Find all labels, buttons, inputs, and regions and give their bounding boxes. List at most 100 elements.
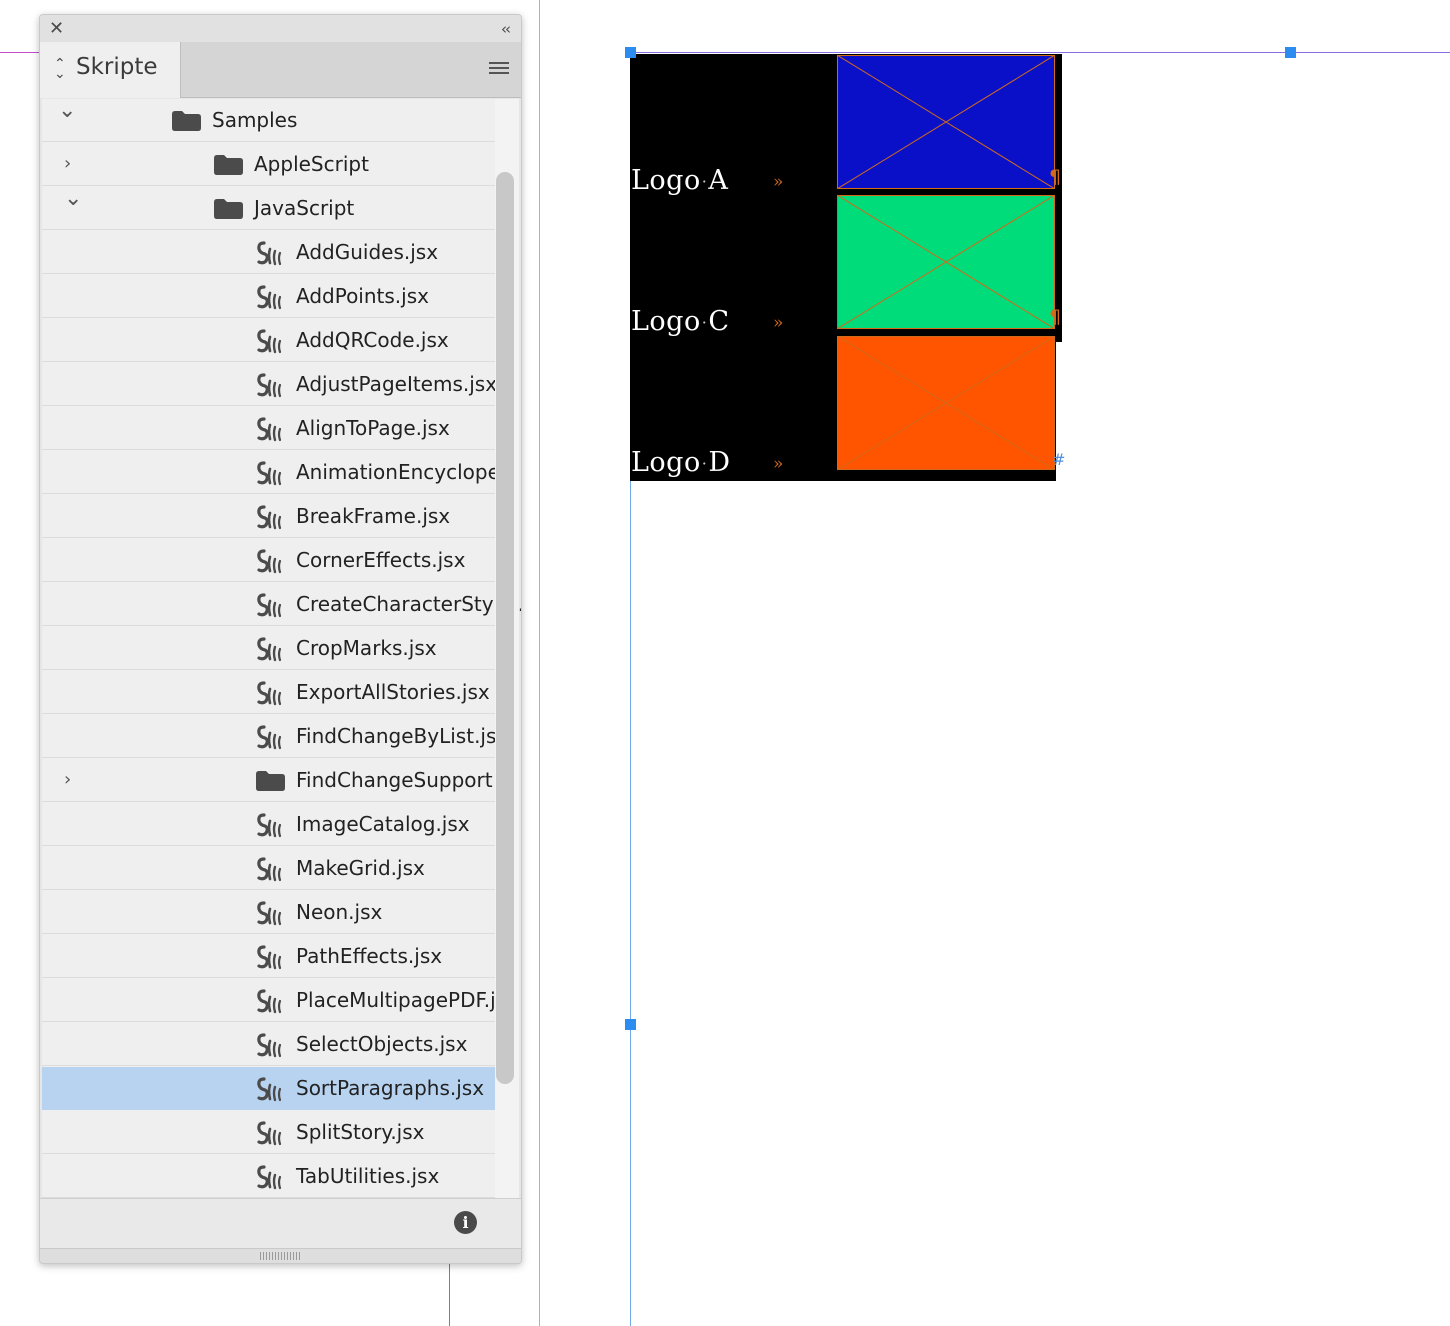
tree-folder-row[interactable]: ⌄ JavaScript (42, 187, 495, 230)
logo-word: Logo (631, 165, 701, 196)
script-icon (256, 593, 286, 619)
panel-footer: i (40, 1198, 521, 1249)
tree-item-label: AdjustPageItems.jsx (296, 372, 498, 396)
script-icon (256, 637, 286, 663)
chevron-down-icon[interactable]: ⌄ (64, 188, 82, 210)
tree-script-row[interactable]: SelectObjects.jsx (42, 1023, 495, 1066)
tree-folder-row[interactable]: › FindChangeSupport (42, 759, 495, 802)
tree-item-label: BreakFrame.jsx (296, 504, 451, 528)
tree-item-label: SplitStory.jsx (296, 1120, 425, 1144)
panel-title-bar: ✕ ‹‹ (40, 15, 521, 42)
tree-script-row[interactable]: BreakFrame.jsx (42, 495, 495, 538)
chevron-right-icon[interactable]: › (64, 770, 71, 790)
tree-item-label: AlignToPage.jsx (296, 416, 450, 440)
tree-folder-row[interactable]: › AppleScript (42, 143, 495, 186)
panel-resize-handle[interactable] (40, 1248, 521, 1263)
logo-label[interactable]: Logo·A (631, 165, 728, 196)
tree-script-row[interactable]: AddQRCode.jsx (42, 319, 495, 362)
space-marker: · (701, 454, 708, 473)
tree-script-row[interactable]: SortParagraphs.jsx (42, 1067, 495, 1110)
tree-item-label: AddGuides.jsx (296, 240, 439, 264)
image-placeholder-frame[interactable] (837, 195, 1055, 329)
script-icon (256, 241, 286, 267)
tree-item-label: AddQRCode.jsx (296, 328, 449, 352)
paragraph-marker: ¶ (1049, 166, 1062, 188)
tree-script-row[interactable]: ExportAllStories.jsx (42, 671, 495, 714)
tree-script-row[interactable]: Neon.jsx (42, 891, 495, 934)
tree-item-label: SortParagraphs.jsx (296, 1076, 485, 1100)
chevron-down-icon[interactable]: ⌄ (58, 100, 76, 122)
tree-script-row[interactable]: AdjustPageItems.jsx (42, 363, 498, 406)
text-frame[interactable] (630, 54, 838, 481)
tree-script-row[interactable]: AddPoints.jsx (42, 275, 495, 318)
spread-edge (539, 0, 540, 1326)
folder-icon (214, 155, 243, 175)
script-icon (256, 1165, 286, 1191)
tree-script-row[interactable]: TabUtilities.jsx (42, 1155, 495, 1198)
logo-word: Logo (631, 306, 701, 337)
tree-item-label: AppleScript (254, 152, 369, 176)
collapse-panel-icon[interactable]: ‹‹ (501, 19, 511, 39)
script-icon (256, 549, 286, 575)
script-icon (256, 1121, 286, 1147)
image-placeholder-frame[interactable] (837, 55, 1055, 189)
tree-script-row[interactable]: MakeGrid.jsx (42, 847, 495, 890)
tree-folder-row[interactable]: ⌄ Samples (42, 99, 495, 142)
close-icon[interactable]: ✕ (49, 19, 64, 39)
script-icon (256, 373, 286, 399)
script-icon (256, 857, 286, 883)
selection-handle-left-middle[interactable] (625, 1019, 636, 1030)
panel-menu-icon[interactable] (489, 62, 509, 77)
tree-script-row[interactable]: PlaceMultipagePDF.jsx (42, 979, 518, 1022)
tree-item-label: ExportAllStories.jsx (296, 680, 490, 704)
tree-script-row[interactable]: CreateCharacterStyle.... (42, 583, 521, 626)
script-icon (256, 417, 286, 443)
tab-skripte[interactable]: ⌃ ⌄ Skripte (40, 42, 181, 98)
folder-icon (214, 199, 243, 219)
tree-script-row[interactable]: CornerEffects.jsx (42, 539, 495, 582)
chevron-right-icon[interactable]: › (64, 154, 71, 174)
scrollbar-thumb[interactable] (496, 172, 514, 1084)
logo-letter: A (708, 165, 729, 196)
tree-item-label: CreateCharacterStyle.... (296, 592, 522, 616)
script-icon (256, 901, 286, 927)
scripts-panel: ✕ ‹‹ ⌃ ⌄ Skripte ⌄ Samples › AppleScript ⌄ Jav… (39, 14, 522, 1264)
image-placeholder-frame[interactable] (837, 336, 1055, 470)
tree-script-row[interactable]: AlignToPage.jsx (42, 407, 495, 450)
space-marker: · (701, 172, 708, 191)
tree-item-label: Samples (212, 108, 298, 132)
tree-script-row[interactable]: AddGuides.jsx (42, 231, 495, 274)
tree-item-label: CropMarks.jsx (296, 636, 437, 660)
paragraph-marker: ¶ (1049, 306, 1062, 328)
script-icon (256, 813, 286, 839)
tree-item-label: TabUtilities.jsx (296, 1164, 440, 1188)
folder-icon (172, 111, 201, 131)
tree-item-label: SelectObjects.jsx (296, 1032, 468, 1056)
tree-script-row[interactable]: FindChangeByList.jsx (42, 715, 508, 758)
tree-item-label: PathEffects.jsx (296, 944, 443, 968)
tree-script-row[interactable]: SplitStory.jsx (42, 1111, 495, 1154)
horizontal-guide[interactable] (630, 52, 1450, 53)
folder-icon (256, 771, 285, 791)
script-icon (256, 1033, 286, 1059)
selection-handle-top-left[interactable] (625, 47, 636, 58)
tree-item-label: AddPoints.jsx (296, 284, 429, 308)
tab-sort-icon: ⌃ ⌄ (54, 56, 66, 82)
logo-label[interactable]: Logo·D (631, 447, 730, 478)
grip-icon (260, 1252, 300, 1260)
margin-guide-bottom (449, 1262, 450, 1326)
tab-marker: » (773, 172, 784, 192)
panel-tab-bar: ⌃ ⌄ Skripte (40, 42, 521, 98)
tree-script-row[interactable]: PathEffects.jsx (42, 935, 495, 978)
tree-item-label: FindChangeByList.jsx (296, 724, 509, 748)
script-icon (256, 945, 286, 971)
info-icon[interactable]: i (454, 1211, 477, 1234)
margin-guide-left (0, 52, 39, 53)
logo-label[interactable]: Logo·C (631, 306, 730, 337)
tree-script-row[interactable]: ImageCatalog.jsx (42, 803, 495, 846)
selection-handle-top-right[interactable] (1285, 47, 1296, 58)
tab-marker: » (773, 313, 784, 333)
tree-script-row[interactable]: CropMarks.jsx (42, 627, 495, 670)
scripts-tree: ⌄ Samples › AppleScript ⌄ JavaScript AddGuides… (42, 99, 521, 1199)
tree-script-row[interactable]: AnimationEncycloped... (42, 451, 521, 494)
